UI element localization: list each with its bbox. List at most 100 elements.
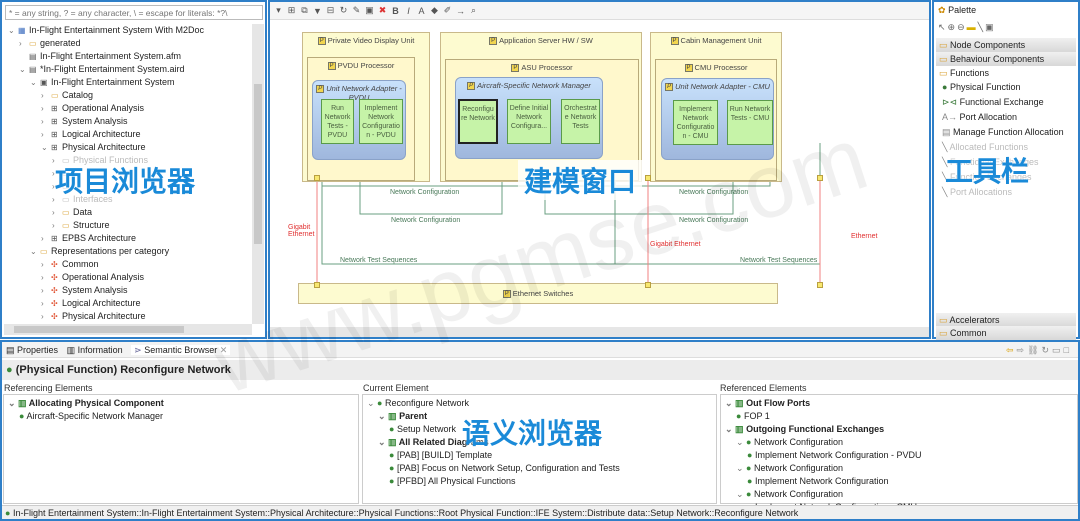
chevron-down-icon[interactable]: ⌄ <box>725 398 735 408</box>
palette-tool[interactable]: ⊳⊲ Functional Exchange <box>942 97 1044 108</box>
chevron-down-icon[interactable]: ⌄ <box>736 463 746 473</box>
minimize-icon[interactable]: ▭ <box>1052 345 1064 355</box>
tab-information[interactable]: ▥ Information <box>67 345 123 355</box>
back-icon[interactable]: ⇦ <box>1006 345 1017 355</box>
chevron-down-icon[interactable]: ⌄ <box>725 424 735 434</box>
chevron-down-icon[interactable]: ⌄ <box>736 489 746 499</box>
palette-drawer[interactable]: ▭ Behaviour Components <box>936 52 1076 66</box>
browser-item[interactable]: ● Implement Network Configuration - PVDU <box>747 449 922 462</box>
browser-item[interactable]: ⌄ ● Reconfigure Network <box>367 397 469 410</box>
image-icon[interactable]: ▣ <box>985 22 996 32</box>
network-configuration-label[interactable]: Network Configuration <box>679 217 748 224</box>
chevron-down-icon[interactable]: ⌄ <box>19 63 29 76</box>
physical-port[interactable] <box>645 175 651 181</box>
select-tool-icon[interactable]: ↖ <box>938 22 948 32</box>
tab-semantic-browser[interactable]: ⋗ Semantic Browser ✕ <box>131 345 231 355</box>
tree-item[interactable]: › ✣ Logical Architecture <box>41 297 141 310</box>
function-orchestrate-network-tests[interactable]: Orchestrat e Network Tests <box>561 99 600 144</box>
tree-item[interactable]: ⌄ ⊞ Physical Architecture <box>41 141 146 154</box>
cabin-management-unit[interactable]: P Cabin Management Unit P CMU Processor PU… <box>650 32 782 182</box>
chevron-down-icon[interactable]: ⌄ <box>378 411 388 421</box>
palette-tool[interactable]: ● Physical Function <box>942 82 1021 92</box>
tree-item[interactable]: › ✣ Common <box>41 258 99 271</box>
close-icon[interactable]: ✕ <box>220 345 228 355</box>
tree-item[interactable]: › ▭ Catalog <box>41 89 93 102</box>
tree-item[interactable]: › ✣ System Analysis <box>41 284 128 297</box>
explorer-vertical-scrollbar[interactable] <box>252 24 264 324</box>
aircraft-specific-network-manager[interactable]: P Aircraft-Specific Network Manager Recon… <box>455 77 603 159</box>
tab-properties[interactable]: ▤ Properties <box>6 345 58 355</box>
browser-item[interactable]: ⌄ ▥ Allocating Physical Component <box>8 397 164 410</box>
chevron-down-icon[interactable]: ⌄ <box>41 141 51 154</box>
physical-port[interactable] <box>645 282 651 288</box>
function-implement-network-configuration-cmu[interactable]: Implement Network Configuratio n - CMU <box>673 100 718 145</box>
physical-port[interactable] <box>314 282 320 288</box>
palette-drawer[interactable]: ▭ Accelerators <box>936 313 1076 327</box>
browser-item[interactable]: ● Implement Network Configuration <box>747 475 889 488</box>
chevron-right-icon[interactable]: › <box>52 206 62 219</box>
browser-item[interactable]: ● Aircraft-Specific Network Manager <box>19 410 163 423</box>
network-configuration-label[interactable]: Network Configuration <box>390 189 459 196</box>
chevron-right-icon[interactable]: › <box>41 297 51 310</box>
tree-item[interactable]: › ▭ Structure <box>52 219 110 232</box>
cmu-network-adapter[interactable]: P Unit Network Adapter - CMU Implement Ne… <box>661 78 774 160</box>
filter-input[interactable] <box>5 5 263 20</box>
note-icon[interactable]: ▬ <box>967 22 978 32</box>
physical-port[interactable] <box>817 175 823 181</box>
tree-item[interactable]: › ▭ Data <box>52 206 92 219</box>
chevron-down-icon[interactable]: ⌄ <box>736 437 746 447</box>
chevron-right-icon[interactable]: › <box>52 219 62 232</box>
tree-item[interactable]: ▤ In-Flight Entertainment System.afm <box>19 50 181 63</box>
chevron-right-icon[interactable]: › <box>19 37 29 50</box>
chevron-right-icon[interactable]: › <box>41 271 51 284</box>
browser-item[interactable]: ⌄ ▥ Parent <box>378 410 427 423</box>
gigabit-ethernet-label[interactable]: Gigabit Ethernet <box>288 224 318 238</box>
tree-item[interactable]: › ⊞ Operational Analysis <box>41 102 144 115</box>
tree-item[interactable]: › ⊞ Logical Architecture <box>41 128 141 141</box>
explorer-horizontal-scrollbar[interactable] <box>4 324 252 335</box>
tree-item[interactable]: › ⊞ EPBS Architecture <box>41 232 136 245</box>
chevron-right-icon[interactable]: › <box>41 310 51 323</box>
function-implement-network-configuration-pvdu[interactable]: Implement Network Configuratio n - PVDU <box>359 99 403 144</box>
ethernet-switches[interactable]: P Ethernet Switches <box>298 283 778 304</box>
chevron-down-icon[interactable]: ⌄ <box>8 398 18 408</box>
browser-item[interactable]: ⌄ ▥ Outgoing Functional Exchanges <box>725 423 884 436</box>
chevron-down-icon[interactable]: ⌄ <box>367 398 377 408</box>
chevron-right-icon[interactable]: › <box>41 102 51 115</box>
chevron-down-icon[interactable]: ⌄ <box>378 437 388 447</box>
tree-item[interactable]: › ✣ Physical Architecture <box>41 310 146 323</box>
tree-item[interactable]: ⌄ ▣ In-Flight Entertainment System <box>30 76 175 89</box>
link-icon[interactable]: ⛓ <box>1027 345 1041 355</box>
pvdu-unit[interactable]: P Private Video Display Unit P PVDU Proces… <box>302 32 430 182</box>
function-reconfigure-network[interactable]: Reconfigu re Network <box>458 99 498 144</box>
browser-item[interactable]: ● Setup Network <box>389 423 456 436</box>
network-test-sequences-label[interactable]: Network Test Sequences <box>340 257 417 264</box>
pvdu-network-adapter[interactable]: P Unit Network Adapter - PVDU Run Network… <box>312 80 406 160</box>
browser-item[interactable]: ⌄ ● Network Configuration <box>736 436 843 449</box>
browser-item[interactable]: ⌄ ● Network Configuration <box>736 462 843 475</box>
chevron-down-icon[interactable]: ⌄ <box>30 76 40 89</box>
function-run-network-tests-pvdu[interactable]: Run Network Tests - PVDU <box>321 99 354 144</box>
cmu-processor[interactable]: P CMU Processor P Unit Network Adapter - C… <box>655 59 777 181</box>
pvdu-processor[interactable]: P PVDU Processor P Unit Network Adapter - … <box>307 57 415 181</box>
palette-drawer[interactable]: ▭ Node Components <box>936 38 1076 52</box>
tree-item[interactable]: › ▭ generated <box>19 37 81 50</box>
browser-item[interactable]: ⌄ ▥ Out Flow Ports <box>725 397 810 410</box>
physical-port[interactable] <box>314 175 320 181</box>
physical-port[interactable] <box>817 282 823 288</box>
chevron-right-icon[interactable]: › <box>41 232 51 245</box>
palette-tool[interactable]: ▤ Manage Function Allocation <box>942 127 1064 138</box>
maximize-icon[interactable]: □ <box>1064 345 1072 355</box>
function-define-initial-network-configuration[interactable]: Define Initial Network Configura... <box>507 99 551 144</box>
zoom-in-icon[interactable]: ⊕ <box>948 22 958 32</box>
chevron-right-icon[interactable]: › <box>41 89 51 102</box>
network-test-sequences-label[interactable]: Network Test Sequences <box>740 257 817 264</box>
chevron-down-icon[interactable]: ⌄ <box>30 245 40 258</box>
palette-drawer[interactable]: ▭ Functions <box>936 66 1076 80</box>
browser-item[interactable]: ● FOP 1 <box>736 410 770 423</box>
tree-item[interactable]: ⌄ ▤ *In-Flight Entertainment System.aird <box>19 63 185 76</box>
browser-item[interactable]: ● [PAB] Focus on Network Setup, Configur… <box>389 462 620 475</box>
refresh-icon[interactable]: ↻ <box>1042 345 1053 355</box>
zoom-out-icon[interactable]: ⊖ <box>957 22 967 32</box>
chevron-down-icon[interactable]: ⌄ <box>8 24 18 37</box>
